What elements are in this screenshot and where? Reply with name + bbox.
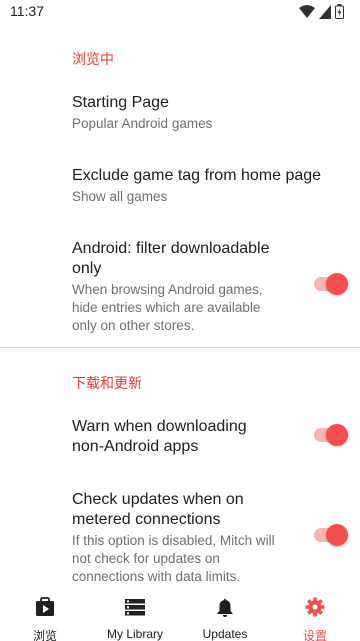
pref-title: Starting Page — [72, 94, 169, 111]
section-header-downloads: 下载和更新 — [72, 375, 142, 391]
metered-updates-toggle[interactable] — [314, 524, 348, 546]
library-list-icon — [124, 596, 146, 623]
nav-label: 设置 — [302, 629, 327, 641]
pref-summary: Show all games — [72, 189, 168, 204]
pref-exclude-game-tag[interactable]: Exclude game tag from home page Show all… — [72, 166, 322, 206]
pref-warn-non-android[interactable]: Warn when downloading non-Android apps — [72, 417, 282, 457]
nav-updates[interactable]: Updates — [180, 588, 270, 641]
toggle-thumb — [326, 273, 348, 295]
pref-title: Exclude game tag from home page — [72, 167, 322, 184]
pref-title: Warn when downloading non-Android apps — [72, 418, 247, 455]
warn-non-android-toggle[interactable] — [314, 424, 348, 446]
bottom-navigation: 浏览 My Library Updates 设置 — [0, 588, 360, 641]
nav-browse[interactable]: 浏览 — [0, 588, 90, 641]
pref-title: Android: filter downloadable only — [72, 240, 270, 277]
pref-summary: When browsing Android games, hide entrie… — [72, 282, 263, 333]
status-bar: 11:37 — [0, 0, 360, 24]
nav-settings[interactable]: 设置 — [270, 588, 360, 641]
wifi-icon — [299, 4, 315, 24]
nav-my-library[interactable]: My Library — [90, 588, 180, 641]
nav-label: 浏览 — [32, 629, 57, 641]
status-time: 11:37 — [10, 3, 44, 19]
gear-icon — [304, 596, 326, 623]
status-icons — [299, 4, 344, 24]
section-divider — [0, 347, 360, 348]
nav-label: Updates — [202, 627, 248, 641]
section-header-browsing: 浏览中 — [72, 51, 114, 67]
battery-icon — [335, 4, 344, 24]
bell-icon — [214, 596, 236, 623]
pref-summary: Popular Android games — [72, 116, 213, 131]
pref-metered-updates[interactable]: Check updates when on metered connection… — [72, 490, 282, 586]
cellular-icon — [319, 4, 331, 24]
settings-list[interactable]: 浏览中 Starting Page Popular Android games … — [0, 40, 360, 588]
pref-starting-page[interactable]: Starting Page Popular Android games — [72, 93, 322, 133]
pref-android-filter[interactable]: Android: filter downloadable only When b… — [72, 239, 282, 335]
android-filter-toggle[interactable] — [314, 273, 348, 295]
nav-label: My Library — [106, 627, 163, 641]
pref-title: Check updates when on metered connection… — [72, 491, 244, 528]
toggle-thumb — [326, 424, 348, 446]
play-bag-icon — [34, 596, 56, 623]
toggle-thumb — [326, 524, 348, 546]
pref-summary: If this option is disabled, Mitch will n… — [72, 533, 275, 584]
